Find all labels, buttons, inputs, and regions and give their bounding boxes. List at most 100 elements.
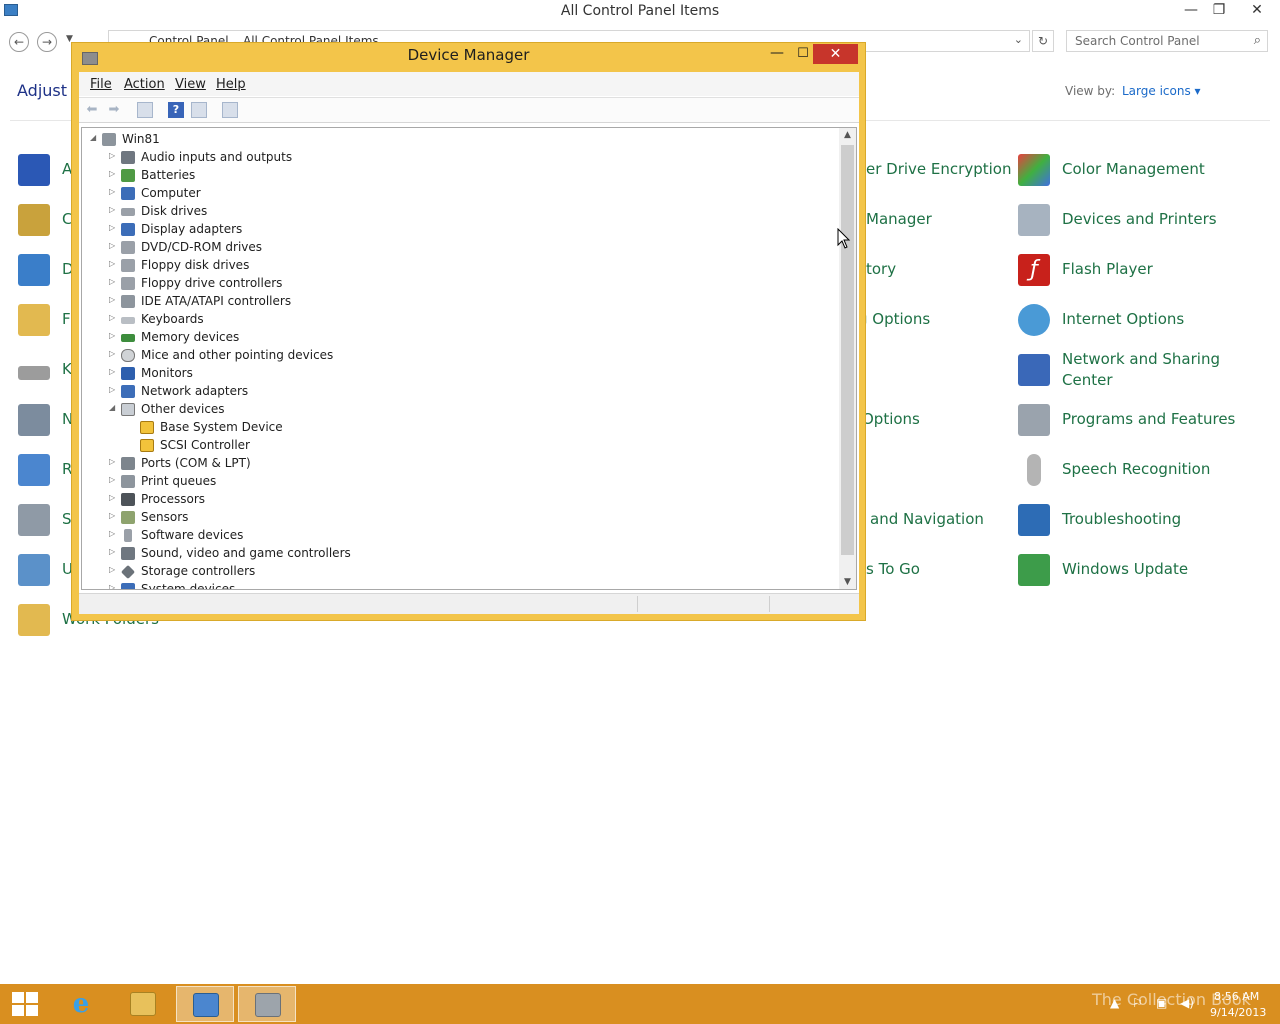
collapsed-icon[interactable]: ▷: [109, 277, 119, 286]
collapsed-icon[interactable]: ▷: [109, 565, 119, 574]
collapsed-icon[interactable]: ▷: [109, 241, 119, 250]
collapsed-icon[interactable]: ▷: [109, 457, 119, 466]
menu-action[interactable]: Action: [124, 77, 165, 92]
toolbar: ⬅ ➡ ?: [79, 97, 859, 123]
collapsed-icon[interactable]: ▷: [109, 223, 119, 232]
dm-close-button[interactable]: ✕: [813, 44, 858, 64]
cp-item-left-5[interactable]: N: [18, 400, 78, 440]
refresh-icon[interactable]: ↻: [1032, 30, 1054, 52]
menu-view[interactable]: View: [175, 77, 206, 92]
network-icon: [18, 404, 50, 436]
cp-item-drive-encryption[interactable]: er Drive Encryption: [866, 150, 1011, 190]
collapsed-icon[interactable]: ▷: [109, 493, 119, 502]
cp-item-color-management[interactable]: Color Management: [1018, 150, 1258, 190]
cp-item-left-0[interactable]: A: [18, 150, 78, 190]
forward-icon[interactable]: ➡: [106, 102, 122, 118]
clock-time[interactable]: 8:56 AM: [1214, 990, 1259, 1003]
unknown-device-icon: [121, 403, 135, 416]
search-input[interactable]: Search Control Panel ⌕: [1066, 30, 1268, 52]
cp-item-internet-options[interactable]: Internet Options: [1018, 300, 1258, 340]
collapsed-icon[interactable]: ▷: [109, 205, 119, 214]
flash-player-icon: ƒ: [1018, 254, 1050, 286]
help-icon[interactable]: ?: [168, 102, 184, 118]
cp-item-left-2[interactable]: D: [18, 250, 78, 290]
cp-item-left-7[interactable]: S: [18, 500, 78, 540]
windows-start-icon[interactable]: [12, 992, 38, 1016]
menu-bar: File Action View Help: [79, 72, 859, 96]
keyboard-icon: [18, 366, 50, 380]
collapsed-icon[interactable]: ▷: [109, 151, 119, 160]
collapsed-icon[interactable]: ▷: [109, 187, 119, 196]
scroll-thumb[interactable]: [841, 145, 854, 555]
user-accounts-icon: [18, 554, 50, 586]
cp-item-manager[interactable]: Manager: [866, 200, 1006, 240]
cp-item-left-4[interactable]: K: [18, 350, 78, 390]
cp-item-network-sharing[interactable]: Network and Sharing Center: [1018, 350, 1258, 394]
dm-minimize-button[interactable]: —: [766, 45, 788, 61]
search-placeholder: Search Control Panel: [1075, 34, 1200, 48]
properties-icon[interactable]: [191, 102, 207, 118]
devices-printers-icon: [1018, 204, 1050, 236]
collapsed-icon[interactable]: ▷: [109, 169, 119, 178]
cp-item-left-6[interactable]: R: [18, 450, 78, 490]
back-icon[interactable]: ⬅: [84, 102, 100, 118]
dm-maximize-button[interactable]: ☐: [792, 46, 814, 61]
scan-hardware-icon[interactable]: [222, 102, 238, 118]
restore-button[interactable]: ❐: [1204, 0, 1234, 22]
display-icon: [18, 254, 50, 286]
device-tree[interactable]: ◢ Win81 ▷ Audio inputs and outputs ▷ Batte…: [81, 127, 857, 590]
cp-item-left-3[interactable]: F: [18, 300, 78, 340]
collapsed-icon[interactable]: ▷: [109, 295, 119, 304]
control-panel-taskbar-icon[interactable]: [176, 986, 234, 1022]
color-management-icon: [1018, 154, 1050, 186]
cp-item-indexing-options[interactable]: g Options: [858, 300, 998, 340]
cp-item-windows-update[interactable]: Windows Update: [1018, 550, 1258, 590]
collapsed-icon[interactable]: ▷: [109, 367, 119, 376]
cp-item-speech-recognition[interactable]: Speech Recognition: [1018, 450, 1258, 490]
collapsed-icon[interactable]: ▷: [109, 385, 119, 394]
cp-item-navigation[interactable]: and Navigation: [870, 500, 1010, 540]
collapsed-icon[interactable]: ▷: [109, 583, 119, 589]
control-panel-titlebar: All Control Panel Items — ❐ ✕: [0, 0, 1280, 24]
minimize-button[interactable]: —: [1176, 0, 1206, 22]
cp-item-left-8[interactable]: U: [18, 550, 78, 590]
cp-item-to-go[interactable]: s To Go: [866, 550, 1006, 590]
cp-item-history[interactable]: tory: [866, 250, 1006, 290]
internet-explorer-icon[interactable]: e: [52, 986, 110, 1022]
device-manager-taskbar-icon[interactable]: [238, 986, 296, 1022]
cp-item-flash-player[interactable]: ƒ Flash Player: [1018, 250, 1258, 290]
collapsed-icon[interactable]: ▷: [109, 349, 119, 358]
scroll-down-icon[interactable]: ▼: [839, 577, 856, 587]
collapsed-icon[interactable]: ▷: [109, 511, 119, 520]
scroll-up-icon[interactable]: ▲: [839, 130, 856, 140]
expanded-icon[interactable]: ◢: [109, 403, 119, 412]
troubleshooting-icon: [1018, 504, 1050, 536]
menu-file[interactable]: File: [90, 77, 112, 92]
close-button[interactable]: ✕: [1240, 0, 1274, 22]
chevron-down-icon[interactable]: ⌄: [1014, 33, 1023, 46]
collapsed-icon[interactable]: ▷: [109, 259, 119, 268]
battery-icon: [121, 169, 135, 182]
credential-icon: [18, 204, 50, 236]
back-arrow-icon[interactable]: ←: [9, 32, 29, 52]
cp-item-programs-features[interactable]: Programs and Features: [1018, 400, 1258, 440]
forward-arrow-icon[interactable]: →: [37, 32, 57, 52]
collapsed-icon[interactable]: ▷: [109, 475, 119, 484]
collapsed-icon[interactable]: ▷: [109, 529, 119, 538]
display-adapter-icon: [121, 223, 135, 236]
menu-help[interactable]: Help: [216, 77, 246, 92]
view-by-dropdown[interactable]: Large icons ▾: [1122, 84, 1201, 98]
clock-date[interactable]: 9/14/2013: [1210, 1006, 1266, 1019]
collapsed-icon[interactable]: ▷: [109, 313, 119, 322]
cp-item-options[interactable]: Options: [862, 400, 1002, 440]
vertical-scrollbar[interactable]: ▲ ▼: [839, 128, 856, 589]
expanded-icon[interactable]: ◢: [90, 133, 100, 142]
show-hide-console-tree-icon[interactable]: [137, 102, 153, 118]
file-explorer-icon[interactable]: [114, 986, 172, 1022]
collapsed-icon[interactable]: ▷: [109, 331, 119, 340]
cp-item-troubleshooting[interactable]: Troubleshooting: [1018, 500, 1258, 540]
cp-item-devices-printers[interactable]: Devices and Printers: [1018, 200, 1258, 240]
search-icon[interactable]: ⌕: [1254, 33, 1261, 48]
cp-item-left-1[interactable]: C: [18, 200, 78, 240]
collapsed-icon[interactable]: ▷: [109, 547, 119, 556]
